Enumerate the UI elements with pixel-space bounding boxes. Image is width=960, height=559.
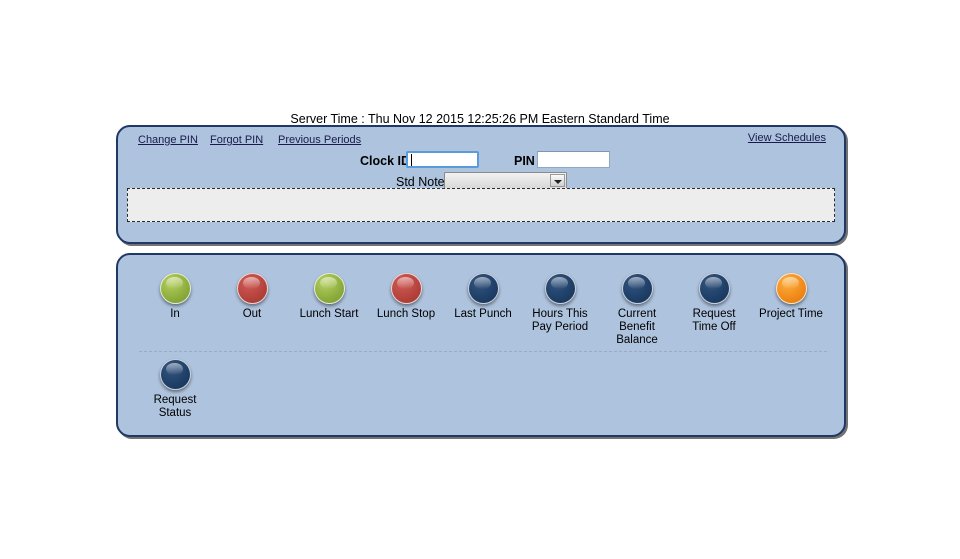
status-orb-request-time-off xyxy=(698,273,730,304)
action-button-request-status[interactable]: Request Status xyxy=(140,359,210,420)
action-label: Current Benefit Balance xyxy=(616,308,658,346)
clock-id-label: Clock ID xyxy=(360,154,411,168)
action-label: Hours This Pay Period xyxy=(531,308,589,333)
action-label: Lunch Stop xyxy=(376,308,436,320)
action-button-in[interactable]: In xyxy=(140,273,210,321)
clock-id-input[interactable] xyxy=(406,151,479,168)
link-view-schedules[interactable]: View Schedules xyxy=(748,132,826,144)
link-forgot-pin[interactable]: Forgot PIN xyxy=(210,134,263,146)
action-button-project-time[interactable]: Project Time xyxy=(756,273,826,321)
status-orb-last-punch xyxy=(467,273,499,304)
action-button-last-punch[interactable]: Last Punch xyxy=(448,273,518,321)
status-orb-out xyxy=(236,273,268,304)
time-clock-app: Server Time : Thu Nov 12 2015 12:25:26 P… xyxy=(0,0,960,559)
login-panel: Change PIN Forgot PIN Previous Periods V… xyxy=(116,125,846,244)
action-label: Request Time Off xyxy=(692,308,736,333)
pin-label: PIN xyxy=(514,154,535,168)
action-label: Project Time xyxy=(759,308,823,320)
status-orb-project-time xyxy=(775,273,807,304)
message-area xyxy=(127,188,835,222)
status-orb-request-status xyxy=(159,359,191,390)
action-button-lunch-stop[interactable]: Lunch Stop xyxy=(371,273,441,321)
link-previous-periods[interactable]: Previous Periods xyxy=(278,134,361,146)
action-button-lunch-start[interactable]: Lunch Start xyxy=(294,273,364,321)
action-label: Out xyxy=(242,308,262,320)
action-button-hours-this-pay-period[interactable]: Hours This Pay Period xyxy=(525,273,595,334)
actions-panel: In Out Lunch Start Lunch Stop Last Punch… xyxy=(116,253,846,437)
action-button-out[interactable]: Out xyxy=(217,273,287,321)
status-orb-lunch-stop xyxy=(390,273,422,304)
std-note-label: Std Note: xyxy=(396,175,449,189)
action-label: Last Punch xyxy=(454,308,512,320)
action-label: Request Status xyxy=(153,394,197,419)
credentials-row: Clock ID PIN xyxy=(118,149,848,173)
row-divider xyxy=(139,351,827,352)
link-change-pin[interactable]: Change PIN xyxy=(138,134,198,146)
status-orb-in xyxy=(159,273,191,304)
action-label: In xyxy=(170,308,180,320)
status-orb-lunch-start xyxy=(313,273,345,304)
status-orb-current-benefit-balance xyxy=(621,273,653,304)
std-note-select[interactable] xyxy=(444,172,567,189)
chevron-down-icon[interactable] xyxy=(550,174,565,187)
action-label: Lunch Start xyxy=(299,308,359,320)
status-orb-hours-this-pay-period xyxy=(544,273,576,304)
server-time-label: Server Time : Thu Nov 12 2015 12:25:26 P… xyxy=(290,112,670,126)
action-button-request-time-off[interactable]: Request Time Off xyxy=(679,273,749,334)
pin-input[interactable] xyxy=(537,151,610,168)
action-button-current-benefit-balance[interactable]: Current Benefit Balance xyxy=(602,273,672,347)
text-caret xyxy=(411,154,412,166)
